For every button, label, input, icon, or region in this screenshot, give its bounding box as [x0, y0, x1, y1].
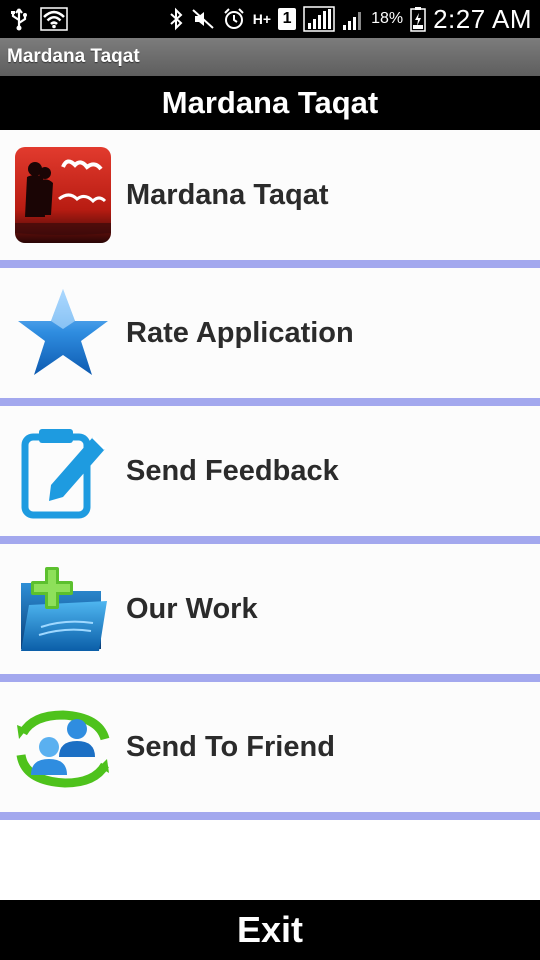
menu-item-send-to-friend[interactable]: Send To Friend: [0, 682, 540, 812]
wifi-icon: [40, 7, 68, 31]
clock-time: 2:27 AM: [433, 3, 532, 34]
status-right-icons: H+ 1 18% 2:27 AM: [168, 4, 532, 35]
exit-label: Exit: [236, 909, 304, 950]
window-title-bar: Mardana Taqat: [0, 38, 540, 76]
menu-item-mardana-taqat[interactable]: Mardana Taqat: [0, 130, 540, 260]
alarm-icon: [222, 7, 246, 31]
divider: [0, 536, 540, 544]
menu-item-send-feedback[interactable]: Send Feedback: [0, 406, 540, 536]
menu-item-label: Send Feedback: [126, 454, 339, 487]
folder-add-icon: [15, 561, 111, 657]
exit-button[interactable]: Exit: [0, 900, 540, 960]
menu-item-label: Send To Friend: [126, 730, 335, 763]
menu-item-our-work[interactable]: Our Work: [0, 544, 540, 674]
menu-item-label: Rate Application: [126, 316, 354, 349]
battery-charging-icon: [410, 7, 426, 32]
menu-list: Mardana Taqat Rate Application Send Feed…: [0, 130, 540, 820]
menu-item-rate-application[interactable]: Rate Application: [0, 268, 540, 398]
app-header: Mardana Taqat: [0, 76, 540, 130]
star-icon: [15, 285, 111, 381]
status-left-icons: [8, 7, 68, 31]
share-users-icon: [15, 699, 111, 795]
mute-icon: [191, 7, 215, 31]
signal-strength-secondary-icon: [342, 7, 364, 31]
network-type-icon: H+: [252, 11, 272, 27]
menu-item-label: Mardana Taqat: [126, 178, 329, 211]
menu-item-label: Our Work: [126, 592, 258, 625]
usb-icon: [8, 7, 30, 31]
divider: [0, 398, 540, 406]
divider: [0, 260, 540, 268]
page-title: Mardana Taqat: [161, 85, 379, 120]
feedback-edit-icon: [15, 423, 111, 519]
divider: [0, 812, 540, 820]
signal-strength-icon: [303, 6, 335, 32]
divider: [0, 674, 540, 682]
battery-percent: 18%: [371, 10, 404, 27]
window-title: Mardana Taqat: [7, 46, 140, 67]
sim-slot-icon: 1: [278, 8, 297, 30]
app-logo-icon: [15, 147, 111, 243]
bluetooth-icon: [168, 7, 184, 31]
status-bar: H+ 1 18% 2:27 AM: [0, 0, 540, 38]
